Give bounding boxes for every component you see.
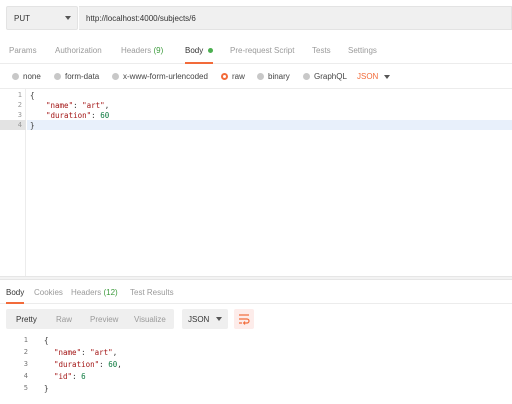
json-value: 60 (108, 360, 118, 369)
json-key: "duration" (46, 111, 92, 120)
code-line: "name": "art", (54, 348, 117, 357)
tab-settings[interactable]: Settings (348, 46, 377, 64)
tab-tests[interactable]: Tests (312, 46, 331, 64)
json-end: , (104, 101, 110, 110)
response-headers-count: (12) (103, 288, 118, 297)
code-line: "id": 6 (54, 372, 86, 381)
radio-graphql[interactable]: GraphQL (303, 72, 347, 81)
tab-params[interactable]: Params (9, 46, 37, 64)
radio-circle-icon (112, 73, 119, 80)
chevron-down-icon (216, 317, 222, 321)
request-body-editor[interactable]: 1 2 3 4 { "name": "art", "duration": 60 … (0, 88, 512, 277)
response-tab-headers[interactable]: Headers (12) (71, 288, 118, 304)
line-number: 2 (17, 101, 22, 109)
response-tab-body[interactable]: Body (6, 288, 25, 304)
method-select[interactable]: PUT (6, 6, 78, 30)
tab-headers[interactable]: Headers (9) (121, 46, 163, 64)
radio-circle-icon (303, 73, 310, 80)
method-label: PUT (14, 14, 30, 23)
code-line: "name": "art", (46, 101, 109, 110)
tab-prerequest-script[interactable]: Pre-request Script (230, 46, 294, 64)
line-number: 4 (23, 372, 28, 380)
json-end: , (112, 348, 118, 357)
code-line: { (44, 336, 49, 345)
code-line: } (30, 121, 35, 130)
line-number: 1 (17, 91, 22, 99)
json-key: "name" (54, 348, 82, 357)
json-key: "id" (54, 372, 73, 381)
line-number: 2 (23, 348, 28, 356)
radio-circle-icon (257, 73, 264, 80)
code-line: { (30, 91, 35, 100)
radio-binary[interactable]: binary (257, 72, 290, 81)
line-number: 3 (23, 360, 28, 368)
code-line: "duration": 60, (54, 360, 122, 369)
headers-count: (9) (153, 46, 164, 55)
json-sep: : (72, 372, 82, 381)
pane-resize-handle[interactable] (0, 276, 512, 280)
tab-authorization[interactable]: Authorization (55, 46, 102, 64)
json-key: "name" (46, 101, 74, 110)
radio-raw-label: raw (232, 72, 245, 81)
line-number: 1 (23, 336, 28, 344)
view-pretty-button[interactable]: Pretty (16, 315, 37, 324)
view-raw-button[interactable]: Raw (56, 315, 72, 324)
radio-form-data[interactable]: form-data (54, 72, 99, 81)
line-number: 5 (23, 384, 28, 392)
response-tab-cookies[interactable]: Cookies (34, 288, 63, 304)
chevron-down-icon[interactable] (384, 75, 390, 79)
response-body-viewer[interactable]: 1 2 3 4 5 { "name": "art", "duration": 6… (0, 334, 512, 404)
radio-urlencoded[interactable]: x-www-form-urlencoded (112, 72, 208, 81)
active-dot-icon (208, 48, 214, 54)
radio-none-label: none (23, 72, 41, 81)
line-number: 4 (17, 121, 22, 129)
radio-graphql-label: GraphQL (314, 72, 347, 81)
radio-circle-icon (12, 73, 19, 80)
tab-headers-label: Headers (121, 46, 152, 55)
view-mode-group: Pretty Raw Preview Visualize (6, 309, 174, 329)
response-format-label: JSON (188, 315, 210, 324)
view-preview-button[interactable]: Preview (90, 315, 118, 324)
radio-circle-selected-icon (221, 73, 228, 80)
chevron-down-icon (65, 16, 71, 20)
json-sep: : (99, 360, 109, 369)
radio-form-data-label: form-data (65, 72, 100, 81)
response-format-select[interactable]: JSON (182, 309, 228, 329)
view-visualize-button[interactable]: Visualize (134, 315, 166, 324)
wrap-lines-button[interactable] (234, 309, 254, 329)
response-toolbar: Pretty Raw Preview Visualize JSON (6, 309, 506, 331)
radio-none[interactable]: none (12, 72, 41, 81)
json-key: "duration" (54, 360, 100, 369)
radio-urlencoded-label: x-www-form-urlencoded (123, 72, 208, 81)
json-value: 6 (81, 372, 86, 381)
radio-circle-icon (54, 73, 61, 80)
radio-binary-label: binary (268, 72, 290, 81)
json-sep: : (91, 111, 101, 120)
line-number: 3 (17, 111, 22, 119)
json-value: 60 (100, 111, 110, 120)
wrap-lines-icon (239, 314, 250, 325)
response-tab-test-results[interactable]: Test Results (130, 288, 174, 304)
json-value: "art" (90, 348, 113, 357)
code-line: "duration": 60 (46, 111, 109, 120)
body-type-selector: none form-data x-www-form-urlencoded raw… (0, 66, 512, 88)
json-end: , (117, 360, 122, 369)
code-line: } (44, 384, 49, 393)
body-format-select[interactable]: JSON (357, 72, 378, 81)
url-input[interactable]: http://localhost:4000/subjects/6 (79, 6, 512, 30)
radio-raw[interactable]: raw (221, 72, 245, 81)
json-value: "art" (82, 101, 105, 110)
url-text: http://localhost:4000/subjects/6 (86, 14, 196, 23)
request-url-bar: PUT http://localhost:4000/subjects/6 (0, 0, 512, 36)
tab-body-label: Body (185, 46, 204, 55)
tab-body[interactable]: Body (185, 46, 214, 64)
response-tabs: Body Cookies Headers (12) Test Results (0, 284, 512, 304)
active-line-highlight (27, 120, 512, 130)
request-tabs: Params Authorization Headers (9) Body Pr… (0, 40, 512, 64)
json-sep: : (81, 348, 91, 357)
json-sep: : (73, 101, 83, 110)
response-tab-headers-label: Headers (71, 288, 102, 297)
